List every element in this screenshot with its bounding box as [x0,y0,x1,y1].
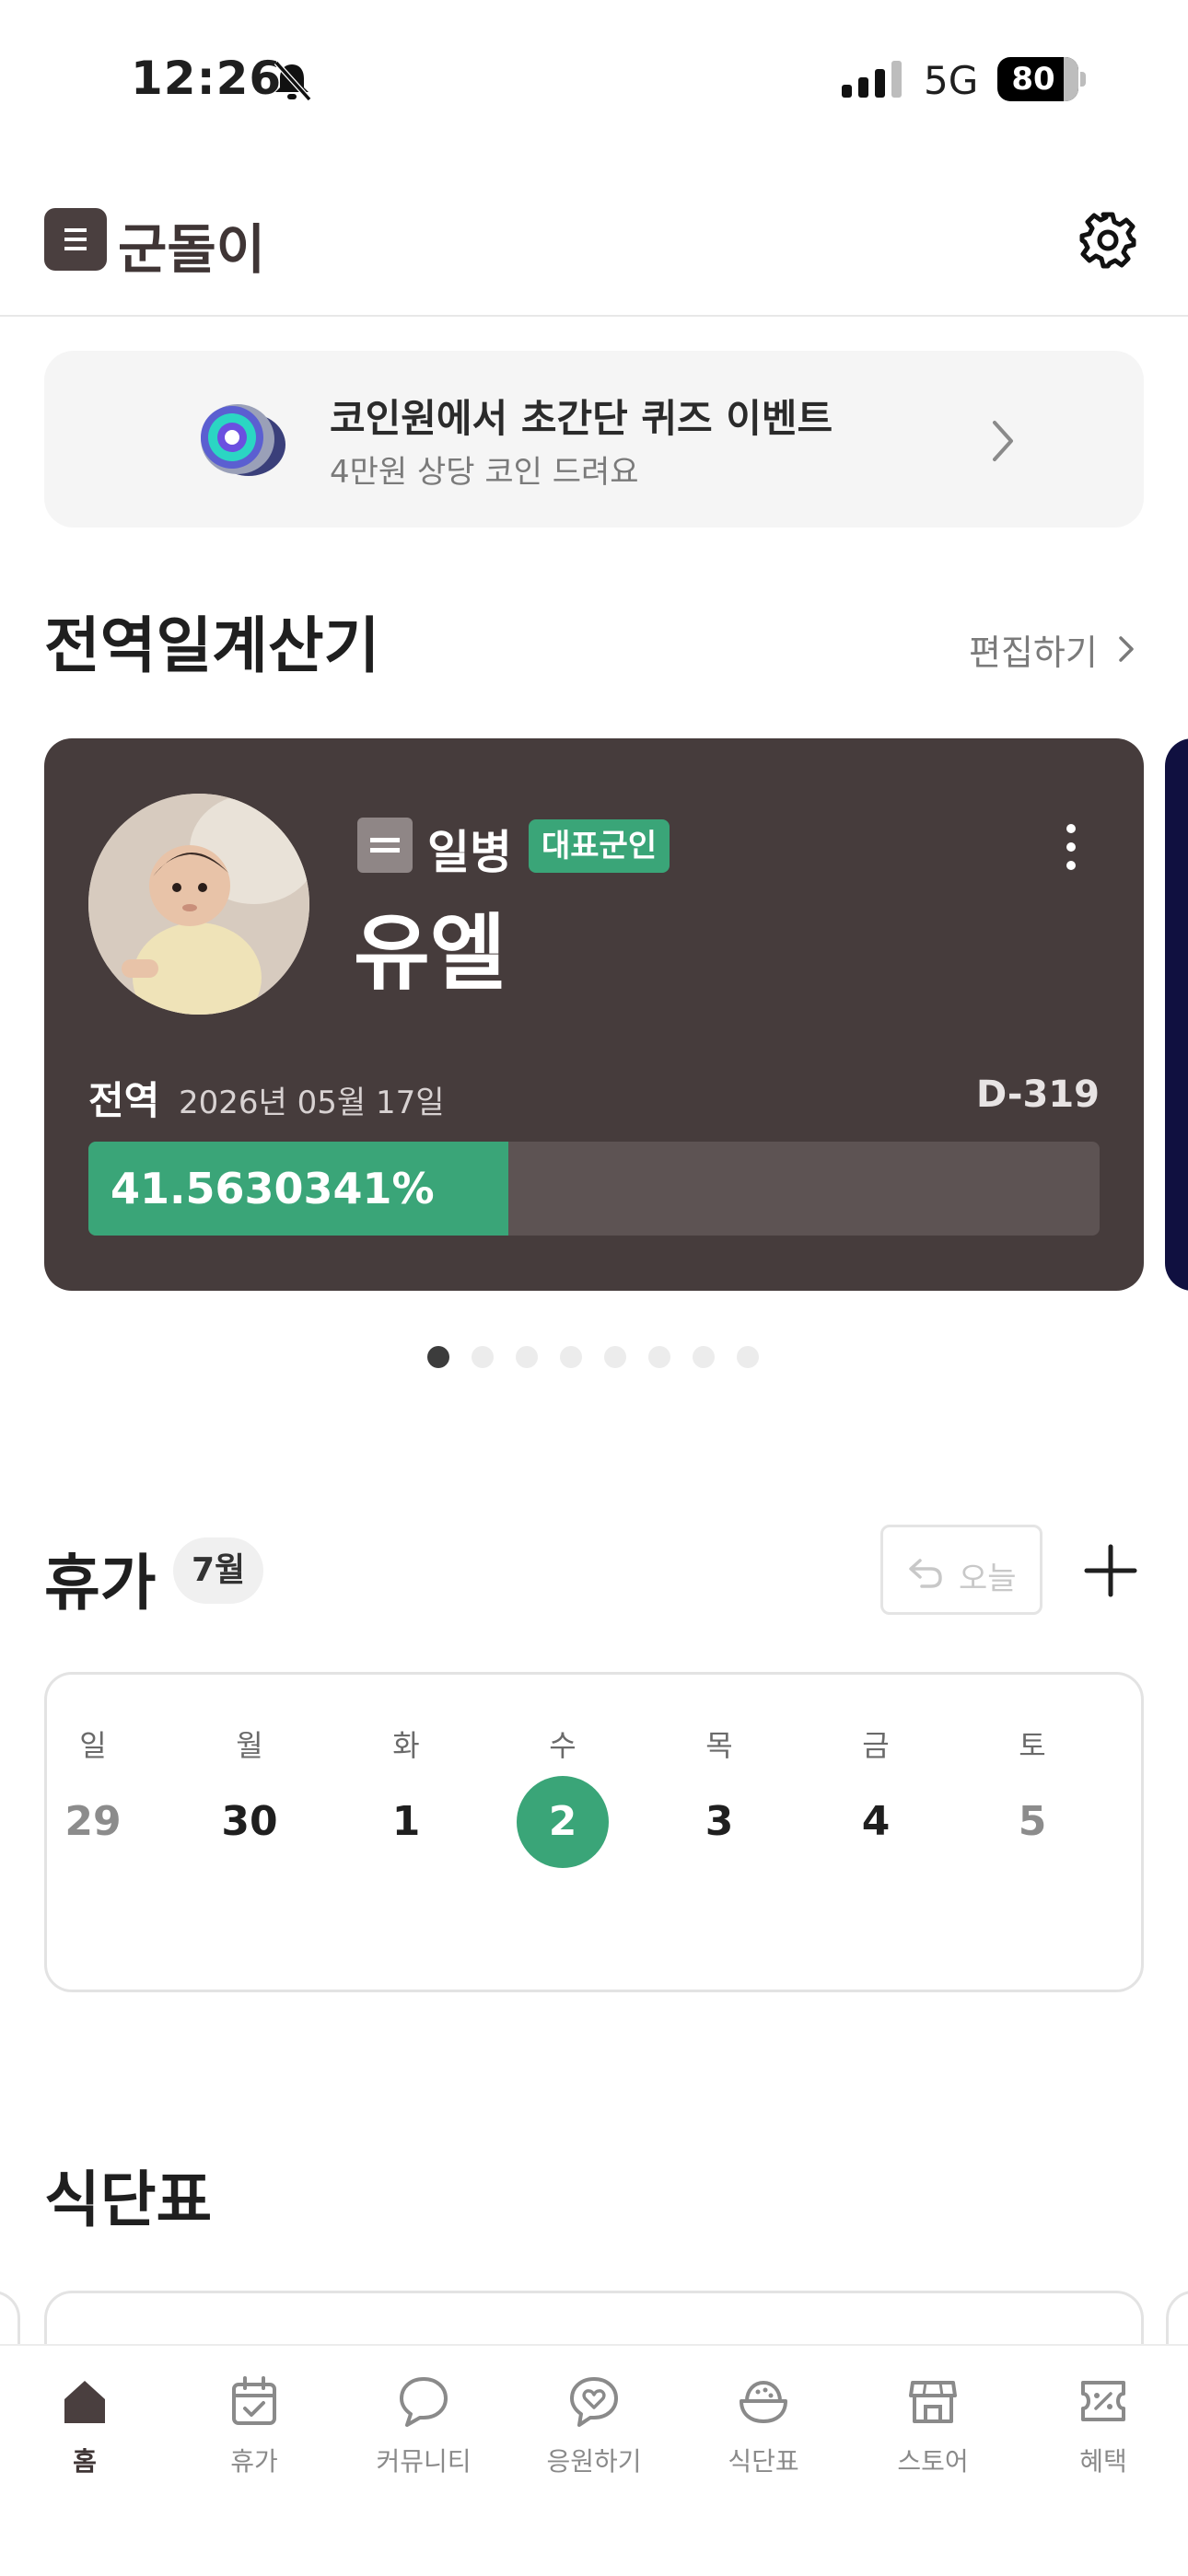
today-button-label: 오늘 [959,1561,1017,1597]
bottom-tab-bar: 홈 휴가 커뮤니티 응원하기 식단표 스토어 혜택 [0,2344,1188,2576]
discharge-date: 2026년 05월 17일 [179,1085,445,1121]
store-icon [909,2381,957,2423]
tab-label: 휴가 [230,2446,278,2477]
chat-bubble-icon [400,2377,448,2427]
tab-store[interactable]: 스토어 [848,2373,1018,2493]
tab-heart-bubble[interactable]: 응원하기 [509,2373,679,2493]
weekday-label: 화 [392,1728,420,1763]
tab-label: 홈 [73,2446,97,2477]
calendar-day[interactable]: 토5 [954,1675,1111,1859]
pagination-dot[interactable] [693,1346,715,1368]
date-number[interactable]: 30 [204,1776,296,1868]
soldier-card[interactable]: 일병 대표군인 유엘 전역 2026년 05월 17일 D-319 41.563… [44,738,1144,1291]
pagination-dot[interactable] [427,1346,449,1368]
promo-title: 코인원에서 초간단 퀴즈 이벤트 [330,396,833,441]
selected-date[interactable]: 2 [517,1776,609,1868]
calendar-day[interactable]: 화1 [328,1675,484,1859]
app-title: 군돌이 [118,218,266,281]
calendar-day[interactable]: 일 29 [15,1675,171,1859]
calendar-day[interactable]: 목3 [641,1675,798,1859]
weekday-label: 수 [549,1728,577,1763]
calendar-day[interactable]: 수2 [484,1675,641,1868]
bell-muted-icon [274,60,312,102]
pagination-dot[interactable] [560,1346,582,1368]
calendar-day[interactable]: 월 30 [171,1675,328,1859]
tab-label: 혜택 [1079,2446,1127,2477]
network-type: 5G [924,58,979,103]
tab-home[interactable]: 홈 [0,2373,169,2493]
chevron-right-icon [993,421,1013,461]
today-button[interactable]: 오늘 [880,1525,1042,1615]
chevron-right-icon [1119,636,1134,662]
progress-percent: 41.5630341% [111,1164,435,1213]
soldier-name: 유엘 [354,905,507,1002]
carousel-pagination [427,1346,759,1370]
pagination-dot[interactable] [604,1346,626,1368]
weekday-label: 금 [862,1728,890,1763]
representative-badge: 대표군인 [529,819,670,873]
weekday-label: 토 [1019,1728,1046,1763]
section-title-calculator: 전역일계산기 [44,610,380,681]
tab-label: 응원하기 [546,2446,642,2477]
tab-rice-bowl[interactable]: 식단표 [679,2373,848,2493]
battery-icon: 80 [997,57,1086,101]
tab-chat-bubble[interactable]: 커뮤니티 [339,2373,508,2493]
d-day: D-319 [975,1073,1100,1116]
promo-banner[interactable]: 코인원에서 초간단 퀴즈 이벤트 4만원 상당 코인 드려요 [44,351,1144,528]
month-pill[interactable]: 7월 [173,1537,264,1604]
rank-label: 일병 [427,826,512,879]
weekday-label: 목 [705,1728,733,1763]
calendar-check-icon [232,2376,276,2425]
menu-icon[interactable] [44,208,107,271]
next-card-peek[interactable] [1165,738,1188,1291]
battery-level: 80 [1011,61,1055,98]
weekday-label: 월 [236,1728,263,1763]
tab-calendar-check[interactable]: 휴가 [169,2373,339,2493]
date-number[interactable]: 1 [360,1776,452,1868]
service-progress-bar: 41.5630341% [88,1142,1100,1236]
add-vacation-icon[interactable] [1083,1543,1138,1598]
pagination-dot[interactable] [472,1346,494,1368]
home-icon [64,2381,105,2423]
tab-coupon[interactable]: 혜택 [1019,2373,1188,2493]
status-time: 12:26 [131,52,283,105]
coin-icon [201,404,285,476]
undo-arrow-icon [909,1559,942,1588]
pagination-dot[interactable] [737,1346,759,1368]
tab-label: 커뮤니티 [376,2446,472,2477]
pagination-dot[interactable] [516,1346,538,1368]
rice-bowl-icon [740,2380,787,2423]
date-number[interactable]: 29 [47,1776,139,1868]
weekday-label: 일 [79,1728,107,1763]
more-options-icon[interactable] [1057,821,1085,873]
app-header: 군돌이 [0,184,1188,317]
tab-label: 식단표 [728,2446,799,2477]
status-bar: 12:26 5G 80 [0,0,1188,157]
discharge-label: 전역 [88,1078,160,1123]
avatar [88,794,309,1015]
week-calendar: 일 29 월 30 화 1 수 2 목 3 금 4 토 5 [44,1672,1144,1992]
heart-bubble-icon [570,2377,618,2427]
edit-link[interactable]: 편집하기 [969,624,1098,675]
calendar-day[interactable]: 금4 [798,1675,954,1859]
rank-insignia-icon [357,818,413,873]
coupon-icon [1081,2381,1125,2421]
settings-gear-icon[interactable] [1076,208,1140,273]
promo-subtitle: 4만원 상당 코인 드려요 [330,454,639,491]
tab-label: 스토어 [897,2446,969,2477]
date-number[interactable]: 5 [986,1776,1078,1868]
date-number[interactable]: 3 [673,1776,765,1868]
signal-icon [842,61,902,98]
section-title-meal: 식단표 [44,2164,213,2235]
date-number[interactable]: 4 [830,1776,922,1868]
pagination-dot[interactable] [648,1346,670,1368]
section-title-vacation: 휴가 [44,1548,157,1619]
